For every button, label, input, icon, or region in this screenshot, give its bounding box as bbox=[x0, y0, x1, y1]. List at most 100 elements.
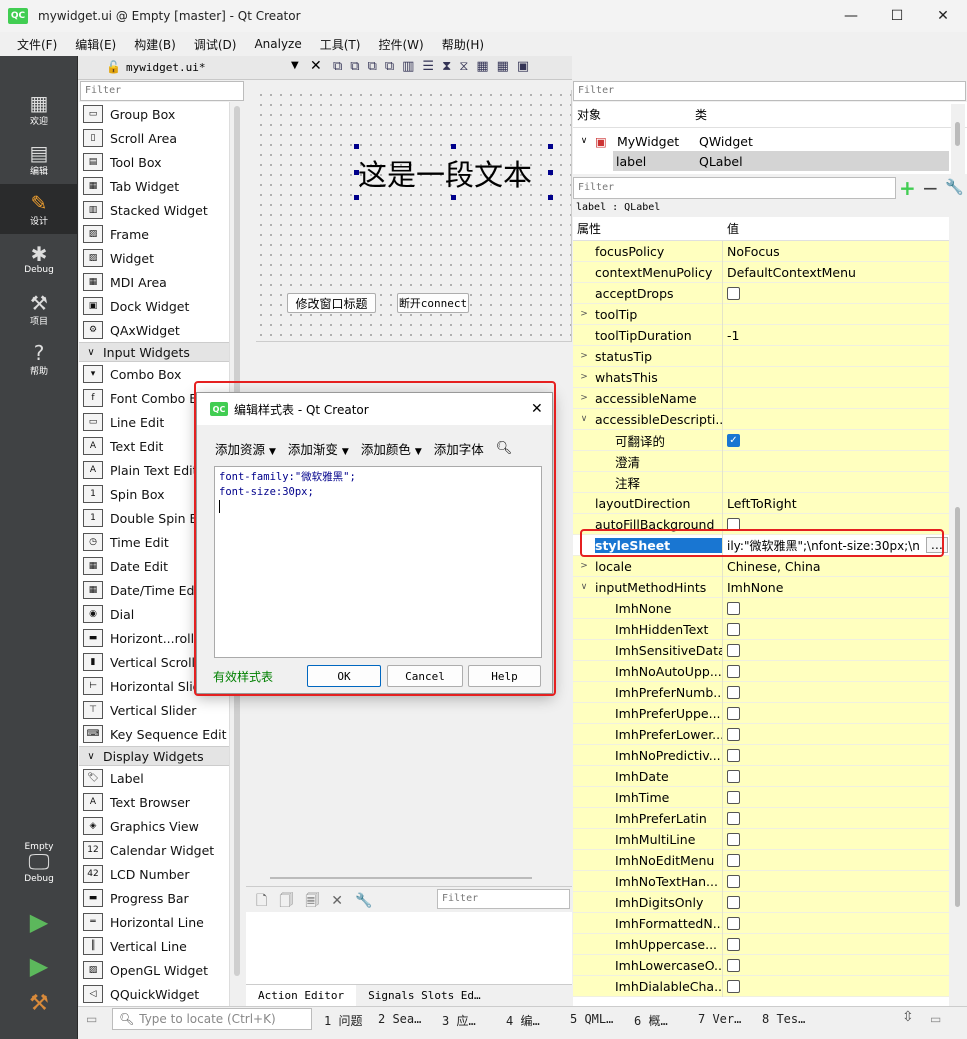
remove-property-icon[interactable]: − bbox=[922, 176, 939, 200]
category-input-widgets[interactable]: ∨ Input Widgets bbox=[79, 342, 229, 362]
property-value-cell[interactable] bbox=[723, 766, 740, 787]
property-value-cell[interactable] bbox=[723, 934, 740, 955]
property-row[interactable]: > accessibleName bbox=[573, 387, 949, 409]
mode-help[interactable]: ? 帮助 bbox=[0, 334, 78, 384]
property-value-cell[interactable]: ✓ bbox=[723, 430, 740, 451]
widgetbox-item[interactable]: 42 LCD Number bbox=[79, 862, 229, 886]
output-pane-app[interactable]: 3 应… bbox=[442, 1012, 476, 1029]
property-value-cell[interactable] bbox=[723, 682, 740, 703]
property-value-cell[interactable] bbox=[723, 808, 740, 829]
chevron-right-icon[interactable]: > bbox=[573, 351, 595, 361]
widgetbox-item[interactable]: ▬ Progress Bar bbox=[79, 886, 229, 910]
property-row[interactable]: ImhMultiLine bbox=[573, 828, 949, 850]
property-row[interactable]: ImhDigitsOnly bbox=[573, 891, 949, 913]
tab-signals-slots[interactable]: Signals Slots Ed… bbox=[356, 985, 493, 1006]
widgetbox-item[interactable]: ⊤ Vertical Slider bbox=[79, 698, 229, 722]
property-value-cell[interactable] bbox=[723, 472, 727, 493]
property-row[interactable]: ImhNoTextHan... bbox=[573, 870, 949, 892]
property-row[interactable]: 可翻译的 ✓ bbox=[573, 429, 949, 451]
property-value-cell[interactable]: ImhNone bbox=[723, 577, 783, 598]
horizontal-scrollbar[interactable] bbox=[270, 877, 532, 879]
widgetbox-item[interactable]: ═ Horizontal Line bbox=[79, 910, 229, 934]
widgetbox-item[interactable]: ▦ Tab Widget bbox=[79, 174, 229, 198]
resize-handle[interactable] bbox=[354, 195, 359, 200]
widgetbox-item[interactable]: ⚙ QAxWidget bbox=[79, 318, 229, 342]
property-checkbox[interactable] bbox=[727, 706, 740, 720]
property-checkbox[interactable] bbox=[727, 664, 740, 678]
property-checkbox[interactable] bbox=[727, 622, 740, 636]
menu-help[interactable]: 帮助(H) bbox=[433, 36, 493, 53]
widgetbox-item[interactable]: ▨ Widget bbox=[79, 246, 229, 270]
output-pane-tests[interactable]: 8 Tes… bbox=[762, 1012, 805, 1026]
open-file-tab[interactable]: mywidget.ui* bbox=[126, 61, 205, 74]
chevron-right-icon[interactable]: > bbox=[573, 393, 595, 403]
build-button[interactable]: ⚒ bbox=[0, 984, 78, 1024]
mode-projects[interactable]: ⚒ 项目 bbox=[0, 284, 78, 334]
output-pane-compile[interactable]: 4 编… bbox=[506, 1012, 540, 1029]
form-layout-tools[interactable]: ⧉⧉⧉⧉▥☰⧗⧖▦▦▣ bbox=[333, 59, 537, 74]
menu-edit[interactable]: 编辑(E) bbox=[66, 36, 125, 53]
tab-action-editor[interactable]: Action Editor bbox=[246, 985, 357, 1006]
property-value-cell[interactable]: DefaultContextMenu bbox=[723, 262, 856, 283]
form-label[interactable]: 这是一段文本 bbox=[358, 152, 532, 194]
property-checkbox[interactable] bbox=[727, 790, 740, 804]
property-value-cell[interactable] bbox=[723, 304, 727, 325]
action-filter[interactable]: Filter bbox=[437, 889, 570, 909]
chevron-down-icon[interactable]: ∨ bbox=[573, 582, 595, 592]
property-row[interactable]: > statusTip bbox=[573, 345, 949, 367]
tree-row-mywidget[interactable]: ∨ ▣ MyWidget QWidget bbox=[573, 131, 967, 151]
menu-tools[interactable]: 工具(T) bbox=[311, 36, 370, 53]
property-value-cell[interactable] bbox=[723, 661, 740, 682]
close-button[interactable]: ✕ bbox=[920, 0, 966, 32]
property-row[interactable]: ImhLowercaseO... bbox=[573, 954, 949, 976]
output-pane-issues[interactable]: 1 问题 bbox=[324, 1012, 362, 1029]
property-value-cell[interactable] bbox=[723, 892, 740, 913]
property-row[interactable]: ImhSensitiveData bbox=[573, 639, 949, 661]
minimize-button[interactable]: — bbox=[828, 0, 874, 32]
widgetbox-item[interactable]: ▥ Stacked Widget bbox=[79, 198, 229, 222]
property-value-cell[interactable] bbox=[723, 724, 740, 745]
property-row[interactable]: layoutDirection LeftToRight bbox=[573, 492, 949, 514]
property-checkbox[interactable] bbox=[727, 286, 740, 300]
property-row[interactable]: ImhPreferNumb... bbox=[573, 681, 949, 703]
widgetbox-item[interactable]: ▭ Group Box bbox=[79, 102, 229, 126]
widgetbox-item[interactable]: ▤ Tool Box bbox=[79, 150, 229, 174]
menu-debug[interactable]: 调试(D) bbox=[185, 36, 246, 53]
property-value-cell[interactable] bbox=[723, 703, 740, 724]
resize-handle[interactable] bbox=[548, 195, 553, 200]
output-pane-vcs[interactable]: 7 Ver… bbox=[698, 1012, 741, 1026]
property-value-cell[interactable] bbox=[723, 598, 740, 619]
property-row[interactable]: ImhFormattedN... bbox=[573, 912, 949, 934]
resize-handle[interactable] bbox=[548, 170, 553, 175]
property-row[interactable]: ImhHiddenText bbox=[573, 618, 949, 640]
resize-handle[interactable] bbox=[354, 170, 359, 175]
property-row[interactable]: ImhPreferLower... bbox=[573, 723, 949, 745]
output-pane-search[interactable]: 2 Sea… bbox=[378, 1012, 421, 1026]
property-row[interactable]: ImhUppercase... bbox=[573, 933, 949, 955]
property-row[interactable]: 澄清 bbox=[573, 450, 949, 472]
property-value-cell[interactable] bbox=[723, 850, 740, 871]
property-row[interactable]: > locale Chinese, China bbox=[573, 555, 949, 577]
property-checkbox[interactable] bbox=[727, 979, 740, 993]
category-display-widgets[interactable]: ∨ Display Widgets bbox=[79, 746, 229, 766]
property-row[interactable]: ImhPreferLatin bbox=[573, 807, 949, 829]
property-value-cell[interactable] bbox=[723, 346, 727, 367]
widgetbox-item[interactable]: ◁ QQuickWidget bbox=[79, 982, 229, 1006]
property-row[interactable]: ImhPreferUppe... bbox=[573, 702, 949, 724]
menu-analyze[interactable]: Analyze bbox=[245, 37, 310, 51]
property-checkbox[interactable] bbox=[727, 937, 740, 951]
add-property-icon[interactable]: + bbox=[899, 176, 916, 200]
locator-input[interactable]: 🔍︎ Type to locate (Ctrl+K) bbox=[112, 1008, 312, 1030]
property-checkbox[interactable] bbox=[727, 601, 740, 615]
menu-build[interactable]: 构建(B) bbox=[125, 36, 185, 53]
debug-run-button[interactable]: ▶ bbox=[0, 946, 78, 986]
widgetbox-item[interactable]: ▦ MDI Area bbox=[79, 270, 229, 294]
property-value-cell[interactable] bbox=[723, 640, 740, 661]
property-checkbox[interactable]: ✓ bbox=[727, 433, 740, 447]
property-row[interactable]: 注释 bbox=[573, 471, 949, 493]
widgetbox-filter[interactable]: Filter bbox=[80, 81, 244, 101]
property-row[interactable]: ImhNoAutoUpp... bbox=[573, 660, 949, 682]
property-value-cell[interactable] bbox=[723, 829, 740, 850]
inspector-scrollbar[interactable] bbox=[951, 104, 965, 174]
property-value-cell[interactable] bbox=[723, 619, 740, 640]
